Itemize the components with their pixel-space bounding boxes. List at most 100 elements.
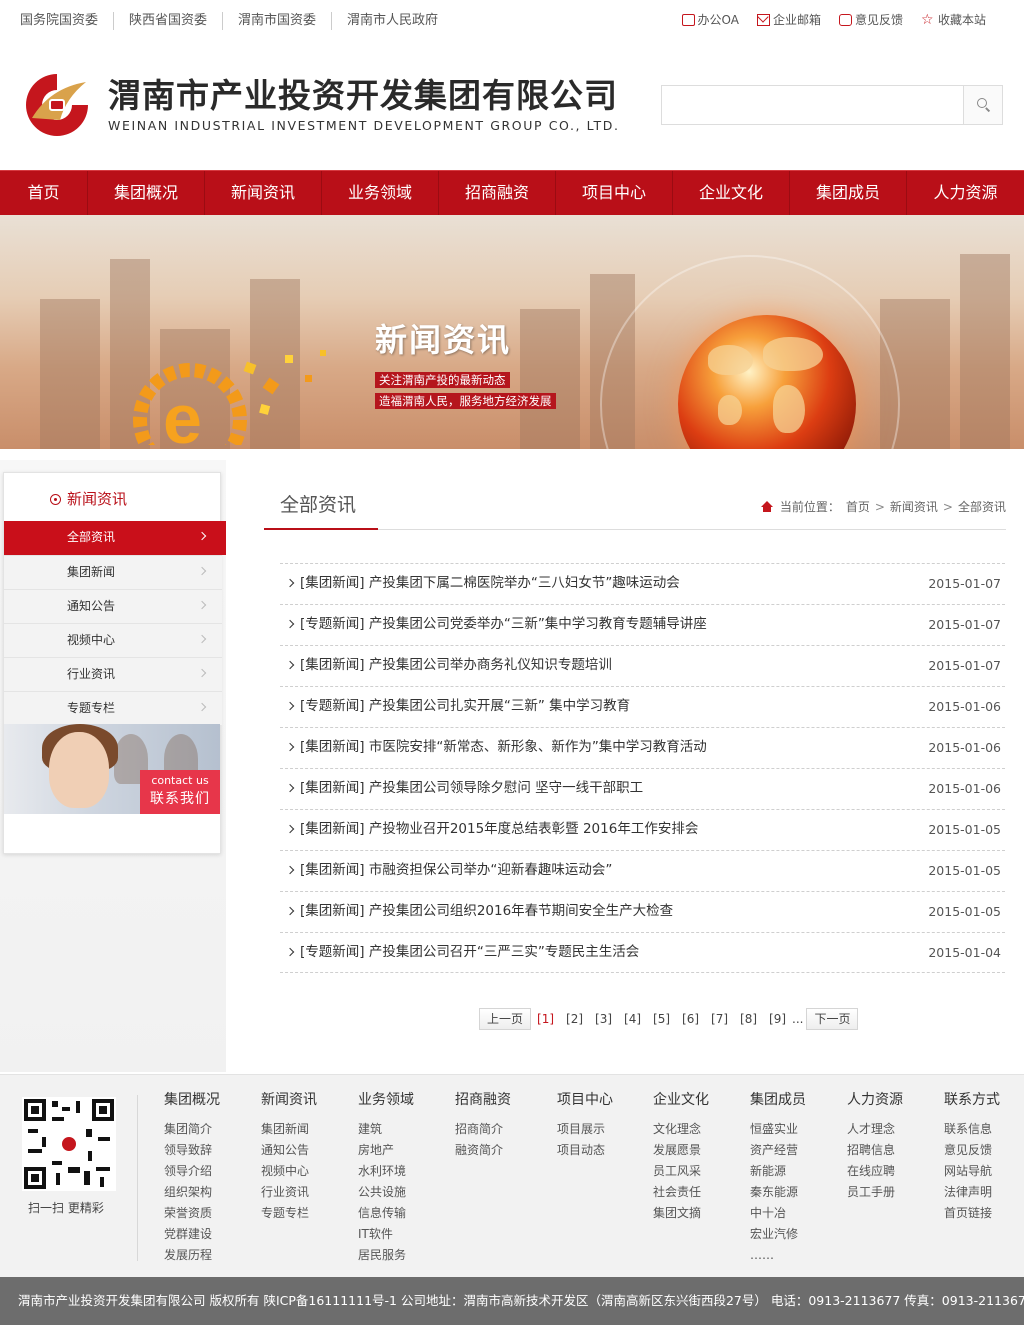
- list-item[interactable]: [集团新闻] 市融资担保公司举办“迎新春趣味运动会” 2015-01-05: [280, 850, 1005, 891]
- footer-link[interactable]: 招聘信息: [847, 1140, 903, 1161]
- page-number-current[interactable]: [1]: [537, 1012, 554, 1026]
- footer-column-head[interactable]: 业务领域: [358, 1091, 414, 1109]
- footer-link[interactable]: IT软件: [358, 1224, 414, 1245]
- news-title[interactable]: [集团新闻] 产投集团公司举办商务礼仪知识专题培训: [300, 646, 612, 685]
- sidebar-item-all-news[interactable]: 全部资讯: [4, 521, 226, 555]
- footer-link[interactable]: 信息传输: [358, 1203, 414, 1224]
- sidebar-item-industry[interactable]: 行业资讯: [4, 657, 222, 691]
- footer-link[interactable]: 公共设施: [358, 1182, 414, 1203]
- footer-link[interactable]: 发展历程: [164, 1245, 220, 1266]
- footer-link[interactable]: 在线应聘: [847, 1161, 903, 1182]
- list-item[interactable]: [集团新闻] 产投物业召开2015年度总结表彰暨 2016年工作安排会 2015-…: [280, 809, 1005, 850]
- sidebar-item-videos[interactable]: 视频中心: [4, 623, 222, 657]
- page-number[interactable]: [2]: [566, 1012, 583, 1026]
- footer-link[interactable]: 社会责任: [653, 1182, 709, 1203]
- footer-link[interactable]: 文化理念: [653, 1119, 709, 1140]
- footer-link[interactable]: 领导介绍: [164, 1161, 220, 1182]
- footer-link[interactable]: 专题专栏: [261, 1203, 317, 1224]
- contact-us-banner[interactable]: contact us 联系我们: [4, 724, 220, 814]
- footer-link[interactable]: 视频中心: [261, 1161, 317, 1182]
- nav-item-hr[interactable]: 人力资源: [907, 171, 1024, 215]
- news-title[interactable]: [集团新闻] 市融资担保公司举办“迎新春趣味运动会”: [300, 851, 612, 890]
- partner-link[interactable]: 渭南市人民政府: [331, 12, 453, 30]
- footer-column-head[interactable]: 联系方式: [944, 1091, 1000, 1109]
- partner-link[interactable]: 渭南市国资委: [222, 12, 331, 30]
- footer-link[interactable]: 首页链接: [944, 1203, 1000, 1224]
- search-button[interactable]: [963, 86, 1002, 124]
- news-title[interactable]: [专题新闻] 产投集团公司党委举办“三新”集中学习教育专题辅导讲座: [300, 605, 707, 644]
- partner-link[interactable]: 国务院国资委: [20, 12, 113, 30]
- list-item[interactable]: [集团新闻] 产投集团下属二棉医院举办“三八妇女节”趣味运动会 2015-01-0…: [280, 563, 1005, 604]
- nav-item-culture[interactable]: 企业文化: [673, 171, 790, 215]
- breadcrumb-news[interactable]: 新闻资讯: [890, 498, 938, 515]
- nav-item-home[interactable]: 首页: [0, 171, 88, 215]
- footer-link[interactable]: 员工手册: [847, 1182, 903, 1203]
- footer-link[interactable]: 通知公告: [261, 1140, 317, 1161]
- footer-link[interactable]: 恒盛实业: [750, 1119, 806, 1140]
- favorite-link[interactable]: ☆ 收藏本站: [921, 11, 986, 28]
- nav-item-overview[interactable]: 集团概况: [88, 171, 205, 215]
- footer-link[interactable]: 人才理念: [847, 1119, 903, 1140]
- partner-link[interactable]: 陕西省国资委: [113, 12, 222, 30]
- news-title[interactable]: [集团新闻] 产投集团公司组织2016年春节期间安全生产大检查: [300, 892, 673, 931]
- footer-link[interactable]: 发展愿景: [653, 1140, 709, 1161]
- footer-link[interactable]: 房地产: [358, 1140, 414, 1161]
- page-number[interactable]: [3]: [595, 1012, 612, 1026]
- search-input[interactable]: [662, 86, 964, 124]
- footer-link[interactable]: 法律声明: [944, 1182, 1000, 1203]
- nav-item-investment[interactable]: 招商融资: [439, 171, 556, 215]
- footer-link[interactable]: 联系信息: [944, 1119, 1000, 1140]
- footer-column-head[interactable]: 项目中心: [557, 1091, 613, 1109]
- nav-item-projects[interactable]: 项目中心: [556, 171, 673, 215]
- nav-item-news[interactable]: 新闻资讯: [205, 171, 322, 215]
- footer-link[interactable]: 员工风采: [653, 1161, 709, 1182]
- list-item[interactable]: [集团新闻] 产投集团公司领导除夕慰问 坚守一线干部职工 2015-01-06: [280, 768, 1005, 809]
- nav-item-business[interactable]: 业务领域: [322, 171, 439, 215]
- news-title[interactable]: [集团新闻] 产投集团下属二棉医院举办“三八妇女节”趣味运动会: [300, 564, 680, 603]
- footer-column-head[interactable]: 集团概况: [164, 1091, 220, 1109]
- footer-link[interactable]: 资产经营: [750, 1140, 806, 1161]
- footer-link[interactable]: 招商简介: [455, 1119, 511, 1140]
- footer-link[interactable]: 荣誉资质: [164, 1203, 220, 1224]
- footer-link[interactable]: 秦东能源: [750, 1182, 806, 1203]
- footer-link[interactable]: 行业资讯: [261, 1182, 317, 1203]
- footer-link[interactable]: 中十冶: [750, 1203, 806, 1224]
- footer-link[interactable]: 项目动态: [557, 1140, 613, 1161]
- next-page-button[interactable]: 下一页: [806, 1008, 859, 1030]
- mail-link[interactable]: 企业邮箱: [756, 11, 821, 28]
- sidebar-item-topics[interactable]: 专题专栏: [4, 691, 222, 725]
- list-item[interactable]: [专题新闻] 产投集团公司扎实开展“三新” 集中学习教育 2015-01-06: [280, 686, 1005, 727]
- list-item[interactable]: [集团新闻] 产投集团公司举办商务礼仪知识专题培训 2015-01-07: [280, 645, 1005, 686]
- footer-column-head[interactable]: 集团成员: [750, 1091, 806, 1109]
- footer-column-head[interactable]: 企业文化: [653, 1091, 709, 1109]
- footer-column-head[interactable]: 新闻资讯: [261, 1091, 317, 1109]
- list-item[interactable]: [集团新闻] 产投集团公司组织2016年春节期间安全生产大检查 2015-01-0…: [280, 891, 1005, 932]
- list-item[interactable]: [专题新闻] 产投集团公司党委举办“三新”集中学习教育专题辅导讲座 2015-01…: [280, 604, 1005, 645]
- footer-link[interactable]: 项目展示: [557, 1119, 613, 1140]
- footer-link[interactable]: 党群建设: [164, 1224, 220, 1245]
- page-number[interactable]: [5]: [653, 1012, 670, 1026]
- footer-column-head[interactable]: 招商融资: [455, 1091, 511, 1109]
- news-title[interactable]: [集团新闻] 产投物业召开2015年度总结表彰暨 2016年工作安排会: [300, 810, 698, 849]
- footer-link[interactable]: 组织架构: [164, 1182, 220, 1203]
- sidebar-item-notices[interactable]: 通知公告: [4, 589, 222, 623]
- list-item[interactable]: [集团新闻] 市医院安排“新常态、新形象、新作为”集中学习教育活动 2015-01…: [280, 727, 1005, 768]
- footer-link[interactable]: 网站导航: [944, 1161, 1000, 1182]
- news-title[interactable]: [集团新闻] 产投集团公司领导除夕慰问 坚守一线干部职工: [300, 769, 643, 808]
- feedback-link[interactable]: 意见反馈: [838, 11, 903, 28]
- news-title[interactable]: [集团新闻] 市医院安排“新常态、新形象、新作为”集中学习教育活动: [300, 728, 707, 767]
- news-title[interactable]: [专题新闻] 产投集团公司召开“三严三实”专题民主生活会: [300, 933, 639, 972]
- footer-link[interactable]: 建筑: [358, 1119, 414, 1140]
- footer-link[interactable]: 集团新闻: [261, 1119, 317, 1140]
- footer-link[interactable]: 新能源: [750, 1161, 806, 1182]
- footer-link[interactable]: 融资简介: [455, 1140, 511, 1161]
- page-number[interactable]: [6]: [682, 1012, 699, 1026]
- breadcrumb-home[interactable]: 首页: [846, 498, 870, 515]
- footer-link[interactable]: 居民服务: [358, 1245, 414, 1266]
- page-number[interactable]: [8]: [740, 1012, 757, 1026]
- footer-column-head[interactable]: 人力资源: [847, 1091, 903, 1109]
- footer-link[interactable]: 集团简介: [164, 1119, 220, 1140]
- footer-link[interactable]: 水利环境: [358, 1161, 414, 1182]
- footer-link[interactable]: 宏业汽修: [750, 1224, 806, 1245]
- page-number[interactable]: [7]: [711, 1012, 728, 1026]
